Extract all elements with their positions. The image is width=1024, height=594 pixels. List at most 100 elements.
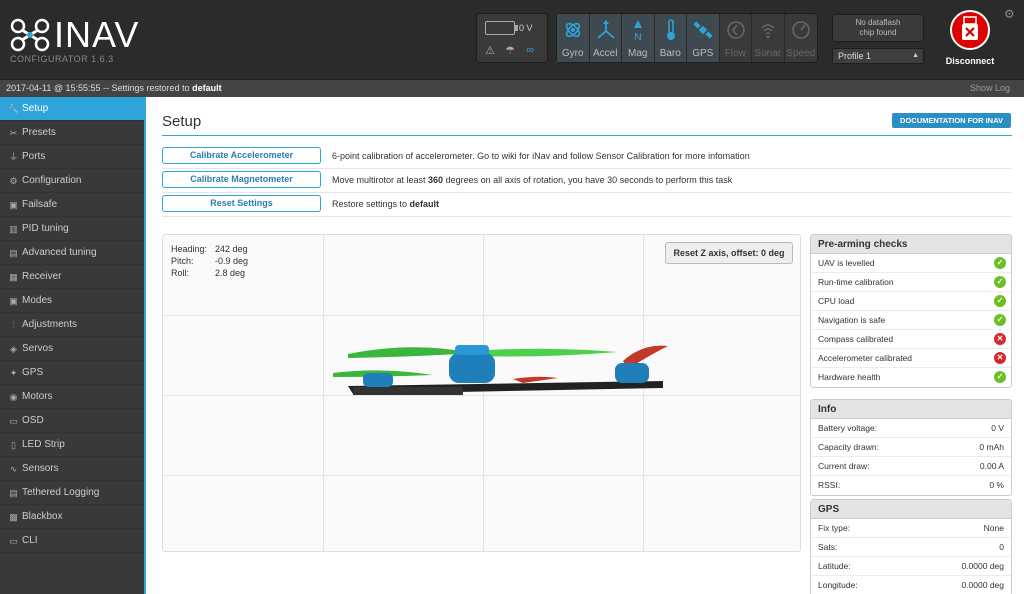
gear-icon: ⚙ (9, 176, 18, 186)
receiver-icon: ▦ (9, 272, 18, 282)
sidebar-item-presets[interactable]: ✂ Presets (0, 121, 146, 145)
prearm-row: CPU load ✓ (811, 292, 1011, 311)
sidebar-item-label: CLI (22, 535, 38, 546)
sidebar-item-sensors[interactable]: ∿ Sensors (0, 457, 146, 481)
sensor-label: Gyro (561, 48, 584, 59)
quad-logo-icon (10, 18, 50, 52)
cli-icon: ▭ (9, 536, 18, 546)
main-content: Setup DOCUMENTATION FOR INAV Calibrate A… (148, 97, 1024, 594)
usb-disconnect-icon (950, 10, 990, 50)
sidebar-item-led-strip[interactable]: ▯ LED Strip (0, 433, 146, 457)
servo-icon: ◈ (10, 344, 17, 354)
sidebar-item-setup[interactable]: 🔧 Setup (0, 97, 146, 121)
app-logo: INAV CONFIGURATOR 1.6.3 (10, 14, 140, 69)
sensor-accel: Accel (589, 14, 622, 62)
gps-row: Fix type: None (811, 519, 1011, 538)
sidebar-item-blackbox[interactable]: ▩ Blackbox (0, 505, 146, 529)
calibration-row-reset: Reset Settings Restore settings to defau… (162, 193, 1012, 217)
settings-gear-icon[interactable]: ⚙ (1004, 7, 1015, 21)
show-log-link[interactable]: Show Log (970, 83, 1010, 93)
sidebar-item-motors[interactable]: ◉ Motors (0, 385, 146, 409)
app-header: INAV CONFIGURATOR 1.6.3 0 V ⚠ ☂ ∞ Gyro A… (0, 0, 1024, 79)
sensor-status-bar: Gyro Accel N Mag Baro GPS Flow Sonar Spe (556, 13, 818, 63)
sidebar-item-pid-tuning[interactable]: ▥ PID tuning (0, 217, 146, 241)
info-panel: Info Battery voltage: 0 V Capacity drawn:… (810, 399, 1012, 496)
parachute-icon: ☂ (505, 45, 515, 57)
app-version: CONFIGURATOR 1.6.3 (10, 54, 114, 64)
calibration-row-accel: Calibrate Accelerometer 6-point calibrat… (162, 145, 1012, 169)
sensor-label: Baro (659, 48, 681, 59)
check-ok-icon: ✓ (994, 276, 1006, 288)
sensor-speed: Speed (785, 14, 818, 62)
sidebar-item-label: Motors (22, 391, 53, 402)
info-row: RSSI: 0 % (818, 480, 1004, 490)
sidebar-item-label: Configuration (22, 175, 82, 186)
check-fail-icon: ✕ (994, 333, 1006, 345)
led-icon: ▯ (11, 440, 16, 450)
calibration-description: 6-point calibration of accelerometer. Go… (332, 151, 750, 161)
info-title: Info (811, 400, 1011, 419)
sensor-label: Speed (786, 48, 816, 59)
presets-icon: ✂ (9, 128, 18, 138)
link-icon: ∞ (526, 44, 534, 56)
sensor-label: Flow (724, 48, 746, 59)
failsafe-icon: ▣ (9, 200, 18, 210)
documentation-button[interactable]: DOCUMENTATION FOR INAV (892, 113, 1011, 128)
wrench-icon: 🔧 (8, 104, 20, 114)
attitude-readout: Heading: 242 deg Pitch: -0.9 deg Roll: 2.8 … (171, 243, 281, 279)
sensor-label: Sonar (754, 48, 782, 59)
log-icon: ▤ (9, 488, 18, 498)
modes-icon: ▣ (9, 296, 18, 306)
accel-icon (596, 20, 615, 39)
gps-icon (693, 21, 713, 39)
sidebar-item-cli[interactable]: ▭ CLI (0, 529, 146, 553)
sidebar-item-failsafe[interactable]: ▣ Failsafe (0, 193, 146, 217)
sliders-icon: ⫶ (12, 320, 15, 330)
calibrate-accelerometer-button[interactable]: Calibrate Accelerometer (162, 147, 321, 164)
mag-icon: N (634, 20, 642, 41)
profile-select[interactable]: Profile 1 ▲ (832, 48, 924, 64)
sidebar-item-receiver[interactable]: ▦ Receiver (0, 265, 146, 289)
sidebar-item-modes[interactable]: ▣ Modes (0, 289, 146, 313)
sensor-sonar: Sonar (752, 14, 785, 62)
calibrate-magnetometer-button[interactable]: Calibrate Magnetometer (162, 171, 321, 188)
heading-label: Heading: (171, 244, 208, 254)
sidebar-item-osd[interactable]: ▭ OSD (0, 409, 146, 433)
check-ok-icon: ✓ (994, 257, 1006, 269)
battery-voltage: 0 V (519, 23, 533, 33)
gyro-icon (565, 22, 581, 38)
sensor-gyro: Gyro (557, 14, 590, 62)
gps-icon: ✦ (9, 368, 18, 378)
sidebar-item-tethered-logging[interactable]: ▤ Tethered Logging (0, 481, 146, 505)
sidebar-item-label: Adjustments (22, 319, 78, 330)
sensor-label: Accel (593, 48, 618, 59)
sidebar-item-configuration[interactable]: ⚙ Configuration (0, 169, 146, 193)
flow-icon (726, 21, 745, 39)
sidebar-item-gps[interactable]: ✦ GPS (0, 361, 146, 385)
gps-row: Longitude: 0.0000 deg (818, 580, 1004, 590)
reset-settings-button[interactable]: Reset Settings (162, 195, 321, 212)
plug-icon: ⏚ (8, 152, 18, 162)
sidebar-item-label: Modes (22, 295, 53, 306)
sidebar-item-servos[interactable]: ◈ Servos (0, 337, 146, 361)
sidebar-item-label: Failsafe (22, 199, 58, 210)
prearm-title: Pre-arming checks (811, 235, 1011, 254)
calibration-row-mag: Calibrate Magnetometer Move multirotor a… (162, 169, 1012, 193)
info-row: Capacity drawn: 0 mAh (811, 438, 1011, 457)
check-ok-icon: ✓ (994, 295, 1006, 307)
quadcopter-model (333, 345, 668, 395)
gps-title: GPS (811, 500, 1011, 519)
disconnect-button[interactable]: Disconnect (945, 10, 995, 68)
sidebar-item-adjustments[interactable]: ⫶ Adjustments (0, 313, 146, 337)
battery-icon (485, 21, 518, 35)
gps-panel: GPS Fix type: None Sats: 0 Latitude: 0.0000… (810, 499, 1012, 594)
prearm-row: Accelerometer calibrated ✕ (811, 349, 1011, 368)
sidebar-item-ports[interactable]: ⏚ Ports (0, 145, 146, 169)
reset-z-axis-button[interactable]: Reset Z axis, offset: 0 deg (665, 242, 793, 264)
heading-value: 242 deg (215, 244, 248, 254)
sidebar-item-label: Tethered Logging (22, 487, 100, 498)
sidebar-item-label: OSD (22, 415, 44, 426)
sidebar-item-advanced-tuning[interactable]: ▤ Advanced tuning (0, 241, 146, 265)
model-viewer[interactable]: Heading: 242 deg Pitch: -0.9 deg Roll: 2.8 … (162, 234, 801, 552)
sidebar-item-label: Blackbox (22, 511, 63, 522)
